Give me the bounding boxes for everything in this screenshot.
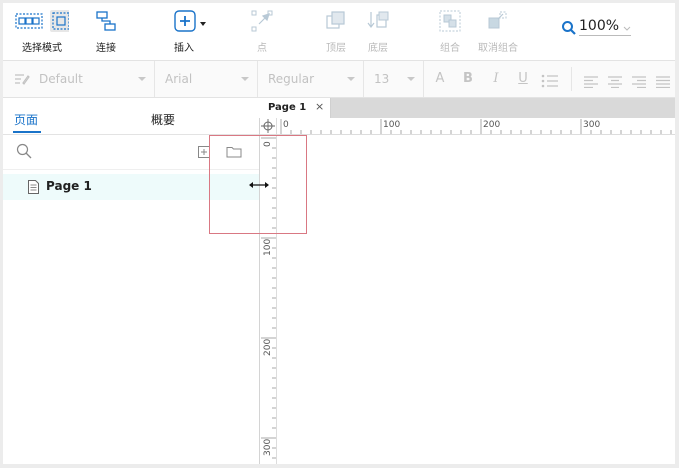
- send-to-back-icon: [366, 9, 390, 33]
- pages-panel: 页面 概要 Page 1: [3, 98, 260, 464]
- align-left-icon[interactable]: [583, 73, 599, 92]
- add-page-icon[interactable]: [198, 146, 210, 158]
- vruler-label: 100: [263, 238, 273, 256]
- main-toolbar: 选择模式 连接 插入 点 顶层 底层 组合 取消组合 100%: [3, 3, 675, 61]
- paint-format-icon: [15, 74, 30, 85]
- align-justify-icon[interactable]: [655, 73, 671, 92]
- hruler-label: 200: [483, 120, 501, 130]
- add-folder-icon[interactable]: [226, 146, 242, 158]
- point-icon: [250, 9, 274, 33]
- font-color-button[interactable]: A: [430, 61, 450, 97]
- select-mode-button[interactable]: 选择模式: [15, 9, 72, 54]
- insert-button[interactable]: 插入: [169, 9, 209, 54]
- tab-page-1[interactable]: Page 1 ×: [260, 98, 331, 118]
- font-select-value: Arial: [165, 72, 193, 86]
- insert-plus-icon: [169, 9, 209, 33]
- tab-outline[interactable]: 概要: [151, 111, 175, 128]
- font-select[interactable]: Arial: [155, 61, 258, 97]
- vruler-label: 200: [263, 338, 273, 356]
- page-list-item-label: Page 1: [46, 179, 92, 193]
- close-icon[interactable]: ×: [315, 100, 324, 114]
- point-label: 点: [257, 43, 267, 54]
- vruler-label: 0: [263, 141, 273, 147]
- font-size-select[interactable]: 13: [364, 61, 424, 97]
- design-canvas[interactable]: [277, 135, 675, 464]
- ruler-corner[interactable]: [260, 118, 277, 135]
- page-icon: [28, 180, 39, 194]
- format-divider: [571, 67, 572, 91]
- hruler-label: 300: [583, 120, 601, 130]
- search-icon[interactable]: [16, 143, 32, 159]
- hruler-label: 100: [383, 120, 401, 130]
- bring-to-front-label: 顶层: [326, 43, 346, 54]
- horizontal-ruler: 0 100 200 300: [277, 118, 675, 135]
- crosshair-icon: [261, 119, 275, 133]
- select-mode-label: 选择模式: [22, 43, 62, 54]
- panel-search-bar: [3, 135, 260, 170]
- insert-label: 插入: [174, 43, 194, 54]
- chevron-down-icon: [241, 77, 249, 81]
- page-tab-strip: Page 1 ×: [260, 98, 675, 118]
- group-button[interactable]: 组合: [437, 9, 463, 54]
- connect-button[interactable]: 连接: [91, 9, 121, 54]
- send-to-back-label: 底层: [368, 43, 388, 54]
- page-list-item[interactable]: Page 1: [3, 174, 260, 200]
- vruler-label: 300: [263, 438, 273, 456]
- active-tab-indicator: [13, 131, 41, 133]
- hruler-label: 0: [283, 120, 289, 130]
- ungroup-icon: [486, 9, 510, 33]
- group-label: 组合: [440, 43, 460, 54]
- page-tab-label: Page 1: [268, 102, 307, 113]
- panel-splitter[interactable]: [259, 118, 260, 464]
- bring-to-front-icon: [324, 9, 348, 33]
- chevron-down-icon: [138, 77, 146, 81]
- chevron-down-icon: [407, 77, 415, 81]
- font-size-value: 13: [374, 72, 390, 86]
- italic-button[interactable]: I: [486, 61, 506, 97]
- chevron-down-icon: [623, 26, 631, 31]
- app-window: 选择模式 连接 插入 点 顶层 底层 组合 取消组合 100% Default …: [3, 3, 675, 464]
- panel-tabs: 页面 概要: [3, 98, 260, 135]
- connect-label: 连接: [96, 43, 116, 54]
- font-weight-value: Regular: [268, 72, 315, 86]
- font-weight-select[interactable]: Regular: [258, 61, 364, 97]
- ungroup-label: 取消组合: [478, 43, 518, 54]
- align-center-icon[interactable]: [607, 73, 623, 92]
- bold-button[interactable]: B: [458, 61, 478, 97]
- point-button[interactable]: 点: [249, 9, 275, 54]
- zoom-search-icon: [562, 21, 576, 35]
- format-bar: Default Arial Regular 13 A B I U: [3, 61, 675, 98]
- ungroup-button[interactable]: 取消组合: [476, 9, 520, 54]
- bullet-list-icon[interactable]: [541, 73, 559, 88]
- tab-pages[interactable]: 页面: [14, 111, 38, 128]
- group-icon: [438, 9, 462, 33]
- chevron-down-icon: [347, 77, 355, 81]
- zoom-control[interactable]: 100%: [559, 17, 637, 39]
- send-to-back-button[interactable]: 底层: [365, 9, 391, 54]
- underline-button[interactable]: U: [513, 61, 533, 97]
- select-mode-icon: [15, 9, 72, 33]
- style-select[interactable]: Default: [3, 61, 155, 97]
- horizontal-ruler-ticks: [280, 119, 672, 134]
- connect-icon: [94, 9, 118, 33]
- resize-horizontal-cursor-icon: [249, 182, 269, 188]
- align-right-icon[interactable]: [631, 73, 647, 92]
- bring-to-front-button[interactable]: 顶层: [323, 9, 349, 54]
- style-select-value: Default: [39, 72, 83, 86]
